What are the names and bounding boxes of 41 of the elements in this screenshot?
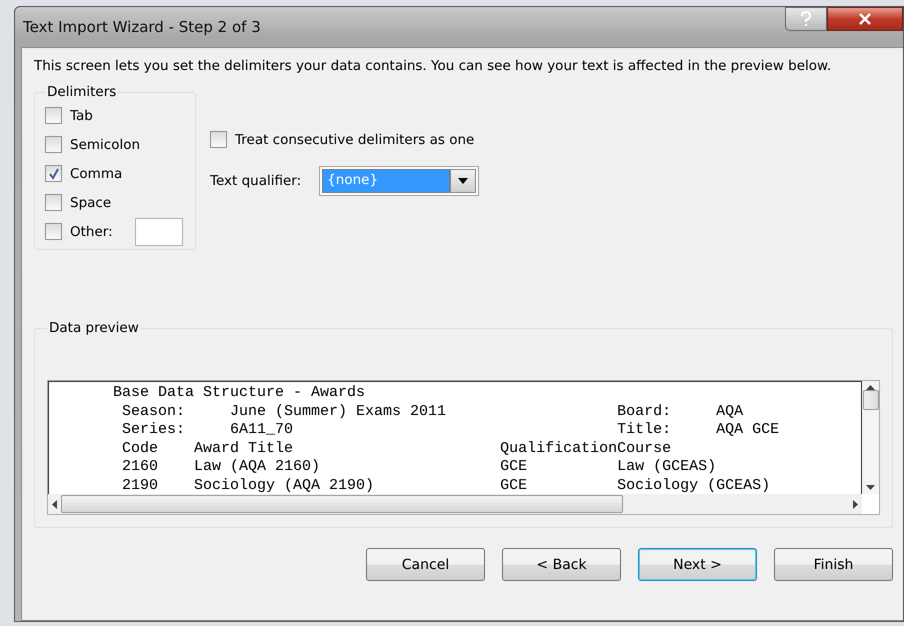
checkbox-label[interactable]: Tab xyxy=(70,108,93,124)
left-arrow-icon[interactable] xyxy=(52,500,57,508)
question-mark-icon xyxy=(800,11,812,27)
preview-line: Code Award Title QualificationCourse xyxy=(121,440,672,458)
checkbox-label[interactable]: Comma xyxy=(70,166,122,182)
checkbox[interactable] xyxy=(45,136,62,153)
description-text: This screen lets you set the delimiters your data contains. You can see how your text is affected in the preview below. xyxy=(34,58,832,74)
down-arrow-icon[interactable] xyxy=(866,485,875,490)
dialog-button[interactable]: Finish xyxy=(774,548,893,581)
scrollbar-thumb[interactable] xyxy=(61,495,623,513)
preview-line: Season: June (Summer) Exams 2011 Board: AQA xyxy=(121,402,744,421)
dialog-button[interactable]: < Back xyxy=(502,548,621,581)
up-arrow-icon[interactable] xyxy=(866,385,875,390)
checkbox[interactable] xyxy=(45,194,62,211)
other-input-field[interactable] xyxy=(134,218,183,246)
checkbox-label[interactable]: Space xyxy=(70,194,112,210)
scrollbar-thumb[interactable] xyxy=(862,390,878,410)
right-arrow-icon[interactable] xyxy=(853,500,858,508)
checkbox-label[interactable]: Semicolon xyxy=(70,136,140,152)
preview-line: Base Data Structure - Awards xyxy=(112,384,366,402)
checkbox[interactable] xyxy=(45,165,62,182)
horizontal-scrollbar[interactable] xyxy=(48,494,862,514)
help-button[interactable] xyxy=(785,7,827,31)
vertical-scrollbar[interactable] xyxy=(862,381,879,494)
checkbox[interactable] xyxy=(45,107,62,124)
window-title: Text Import Wizard - Step 2 of 3 xyxy=(23,18,261,36)
preview-line: 2190 Sociology (AQA 2190) GCE Sociology (GCEAS) xyxy=(121,476,772,494)
checkbox-label[interactable]: Other: xyxy=(70,224,113,240)
field-label: Text qualifier: xyxy=(210,172,302,188)
checkbox-label[interactable]: Treat consecutive delimiters as one xyxy=(235,132,474,148)
checkbox[interactable] xyxy=(45,223,62,240)
checkbox[interactable] xyxy=(210,131,227,148)
dialog-button[interactable]: Next > xyxy=(638,548,757,581)
dialog-button[interactable]: Cancel xyxy=(366,548,485,581)
preview-line: 2160 Law (AQA 2160) GCE Law (GCEAS) xyxy=(121,458,718,476)
close-button[interactable] xyxy=(827,7,903,31)
close-icon xyxy=(858,13,872,25)
group-label: Data preview xyxy=(48,320,140,336)
preview-line: Series: 6A11_70 Title: AQA GCE xyxy=(121,421,780,440)
group-label: Delimiters xyxy=(46,84,118,100)
caret-icon xyxy=(458,178,468,184)
